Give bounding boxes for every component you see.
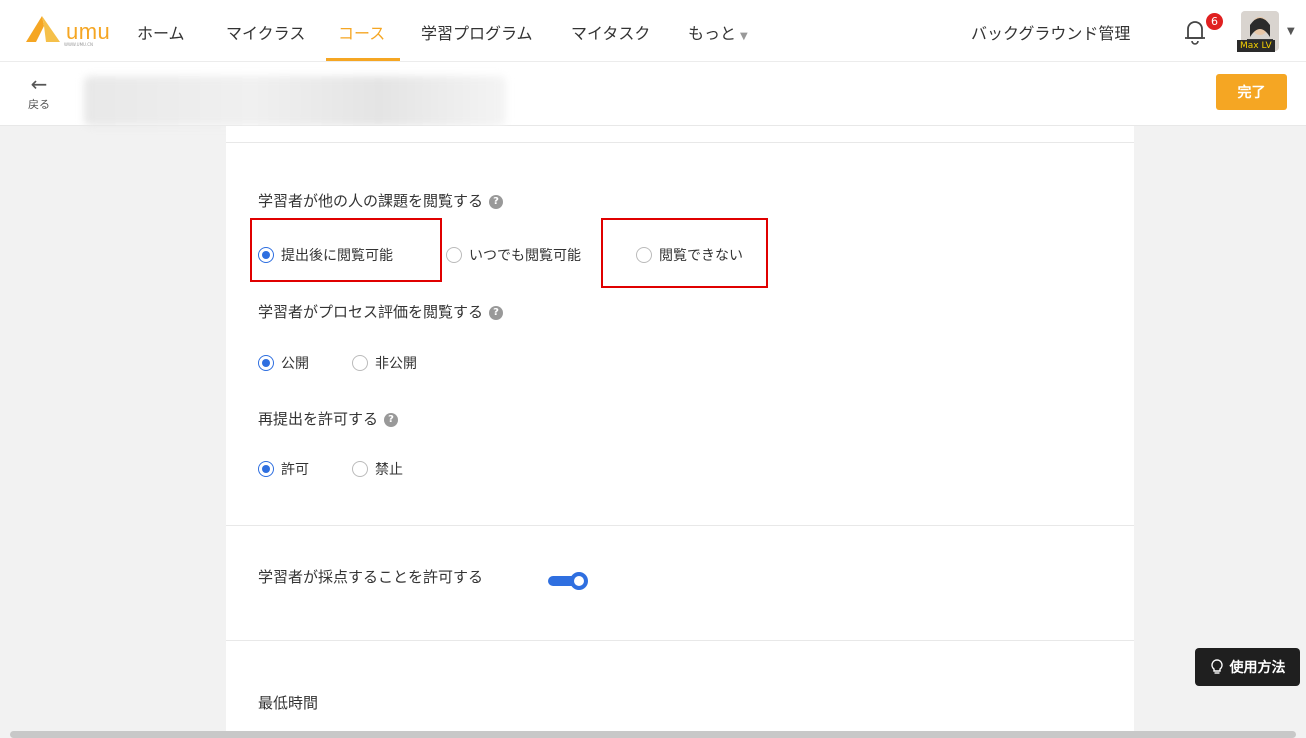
radio-unselected-icon (352, 461, 368, 477)
background-management-link[interactable]: バックグラウンド管理 (971, 20, 1130, 44)
process-eval-label-text: 学習者がプロセス評価を閲覧する (258, 303, 484, 321)
nav-item-course[interactable]: コース (338, 20, 385, 44)
divider (226, 640, 1134, 641)
logo-subtext: WWW.UMU.CN (64, 42, 94, 47)
allow-grading-label: 学習者が採点することを許可する (258, 568, 484, 586)
lightbulb-icon (1210, 659, 1223, 674)
radio-resubmit-forbid[interactable]: 禁止 (352, 459, 403, 479)
radio-selected-icon (258, 355, 274, 371)
radio-selected-icon (258, 461, 274, 477)
nav-item-my-class[interactable]: マイクラス (226, 20, 305, 44)
notification-count-badge: 6 (1206, 13, 1223, 30)
resubmit-label-text: 再提出を許可する (258, 410, 379, 428)
umu-logo[interactable]: umu WWW.UMU.CN (24, 14, 114, 48)
radio-label: いつでも閲覧可能 (469, 248, 581, 264)
nav-item-learning-program[interactable]: 学習プログラム (421, 20, 533, 44)
resubmit-setting-label: 再提出を許可する? (258, 408, 399, 429)
umu-logo-icon (26, 16, 60, 42)
course-title-blurred (84, 76, 506, 126)
allow-grading-toggle[interactable] (548, 572, 588, 590)
caret-down-icon: ▼ (740, 31, 748, 42)
arrow-left-icon: ← (30, 72, 48, 96)
min-time-label: 最低時間 (258, 694, 319, 712)
settings-panel: 学習者が他の人の課題を閲覧する? 提出後に閲覧可能 いつでも閲覧可能 閲覧できな… (226, 126, 1134, 738)
view-others-setting-label: 学習者が他の人の課題を閲覧する? (258, 190, 504, 211)
radio-resubmit-allow[interactable]: 許可 (258, 459, 309, 479)
nav-item-more-label: もっと (688, 24, 737, 43)
radio-unselected-icon (352, 355, 368, 371)
radio-label: 公開 (281, 356, 309, 372)
question-icon[interactable]: ? (384, 412, 399, 427)
sub-header: ← 戻る (0, 62, 1306, 126)
radio-label: 許可 (281, 462, 309, 478)
nav-item-home[interactable]: ホーム (137, 20, 185, 44)
notification-bell-icon[interactable] (1182, 16, 1208, 46)
usage-help-button[interactable]: 使用方法 (1195, 648, 1300, 686)
highlight-box-view-never (601, 218, 768, 288)
radio-view-anytime[interactable]: いつでも閲覧可能 (446, 245, 581, 265)
avatar-level-tag: Max LV (1237, 40, 1275, 52)
question-icon[interactable]: ? (489, 194, 504, 209)
avatar-dropdown-icon[interactable]: ▼ (1287, 26, 1295, 37)
question-icon[interactable]: ? (489, 305, 504, 320)
radio-unselected-icon (446, 247, 462, 263)
nav-item-my-task[interactable]: マイタスク (571, 20, 650, 44)
radio-label: 非公開 (375, 356, 417, 372)
horizontal-scrollbar[interactable] (10, 731, 1296, 738)
usage-help-label: 使用方法 (1229, 660, 1286, 676)
view-others-label-text: 学習者が他の人の課題を閲覧する (258, 192, 484, 210)
highlight-box-view-after-submit (250, 218, 442, 282)
divider (226, 142, 1134, 143)
done-button[interactable]: 完了 (1216, 74, 1287, 110)
radio-process-eval-public[interactable]: 公開 (258, 353, 309, 373)
nav-item-more[interactable]: もっと ▼ (688, 20, 748, 44)
top-navigation: umu WWW.UMU.CN ホーム マイクラス コース 学習プログラム マイタ… (0, 0, 1306, 62)
divider (226, 525, 1134, 526)
process-eval-setting-label: 学習者がプロセス評価を閲覧する? (258, 301, 504, 322)
radio-process-eval-private[interactable]: 非公開 (352, 353, 417, 373)
radio-label: 禁止 (375, 462, 403, 478)
back-button[interactable]: ← 戻る (24, 74, 54, 112)
toggle-knob (570, 572, 588, 590)
back-label: 戻る (28, 98, 50, 111)
active-tab-indicator (326, 58, 400, 61)
